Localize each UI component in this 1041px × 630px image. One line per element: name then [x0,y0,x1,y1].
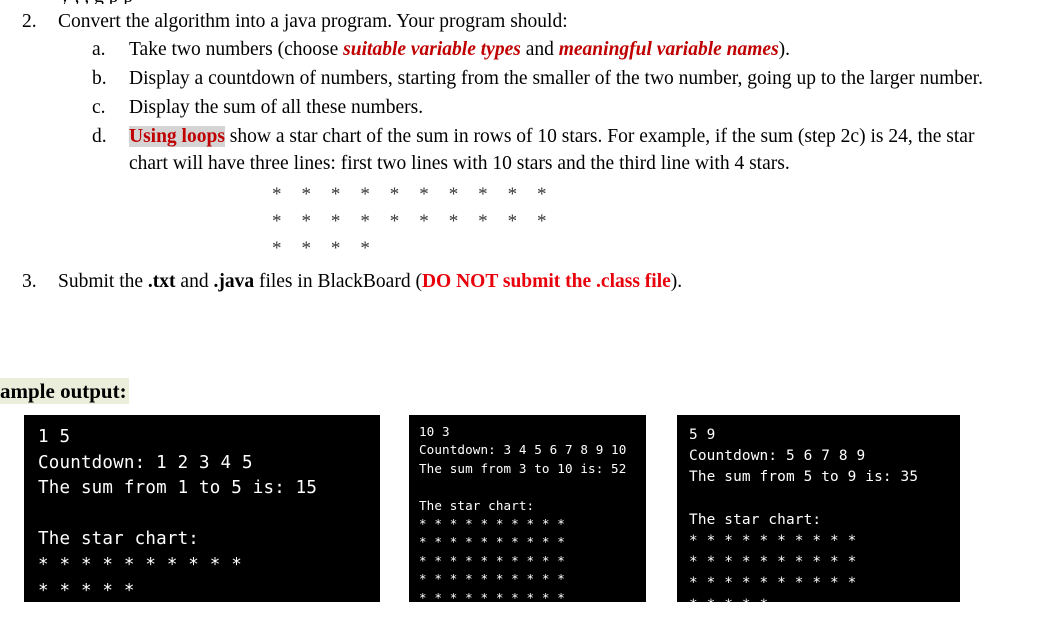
list-item-3: 3. Submit the .txt and .java files in Bl… [0,268,1041,295]
example-star-row: * * * * * * * * * * [272,211,555,232]
terminal-line: * * * * * * * * * * [419,589,565,602]
highlight-using-loops: Using loops [129,126,225,147]
terminal-line: * * * * * [38,580,135,601]
text-run: and [520,39,559,60]
terminal-line: * * * * * * * * * * [419,516,565,532]
list-item-2a: a. Take two numbers (choose suitable var… [0,36,1041,63]
sample-output-heading-text: ample output: [0,378,129,404]
list-text-3: Submit the .txt and .java files in Black… [58,268,1041,295]
terminal-line: * * * * * * * * * * [419,552,565,568]
emphasis-java: .java [213,271,255,292]
list-marker-2c: c. [92,97,106,118]
terminal-line: 1 5 [38,427,71,447]
list-item-2d: d. Using loops show a star chart of the … [0,123,1041,177]
list-text-2: Convert the algorithm into a java progra… [58,11,568,32]
terminal-line: The sum from 3 to 10 is: 52 [419,460,627,476]
terminal-line: Countdown: 1 2 3 4 5 [38,452,253,473]
sample-output-heading: ample output: [0,378,129,404]
terminal-line: * * * * * * * * * * [38,554,242,575]
outline-list-continued: 3. Submit the .txt and .java files in Bl… [0,268,1041,295]
list-text-2b: Display a countdown of numbers, starting… [129,68,983,89]
terminal-line: * * * * * * * * * * [689,575,857,592]
list-text-2a: Take two numbers (choose suitable variab… [129,36,1041,63]
list-marker-3: 3. [22,271,37,292]
terminal-line: The sum from 5 to 9 is: 35 [689,469,919,486]
outline-list: 2. Convert the algorithm into a java pro… [0,8,1041,177]
text-run: files in BlackBoard ( [254,271,422,292]
terminal-line: * * * * * * * * * * [419,571,565,587]
text-run: ). [670,271,683,292]
terminal-line: The star chart: [419,497,535,513]
text-run: and [175,271,214,292]
terminal-line: * * * * * * * * * * [689,554,857,571]
list-item-2: 2. Convert the algorithm into a java pro… [0,8,1041,35]
list-marker-2: 2. [22,11,37,32]
example-star-row: * * * * * * * * * * [272,184,555,205]
terminal-line: * * * * * * * * * * [419,534,565,550]
terminal-output-2: 10 3 Countdown: 3 4 5 6 7 8 9 10 The sum f… [409,415,646,602]
document-body: 2. Convert the algorithm into a java pro… [0,0,1041,295]
text-run: show a star chart of the sum in rows of … [129,126,975,174]
terminal-output-1: 1 5 Countdown: 1 2 3 4 5 The sum from 1 to… [24,415,380,602]
emphasis-txt: .txt [147,271,176,292]
text-run: ). [778,39,791,60]
list-marker-2b: b. [92,68,107,89]
emphasis-meaningful-variable-names: meaningful variable names [558,39,779,60]
terminal-line: The sum from 1 to 5 is: 15 [38,478,318,499]
list-marker-2d: d. [92,126,107,147]
list-text-2d: Using loops show a star chart of the sum… [129,123,1041,177]
list-marker-2a: a. [92,39,106,60]
terminal-line: 5 9 [689,427,716,443]
example-star-chart: * * * * * * * * * * * * * * * * * * * * … [272,181,1041,262]
list-item-2c: c. Display the sum of all these numbers. [0,94,1041,121]
example-star-row: * * * * [272,238,378,259]
list-item-2b: b. Display a countdown of numbers, start… [0,65,1041,92]
terminal-line: The star chart: [689,511,822,528]
terminal-line: * * * * * * * * * * [689,533,857,550]
terminal-line: * * * * * [689,595,960,602]
terminal-line: Countdown: 3 4 5 6 7 8 9 10 [419,442,627,458]
terminal-line: The star chart: [38,529,200,550]
emphasis-suitable-variable-types: suitable variable types [343,39,521,60]
terminal-line: Countdown: 5 6 7 8 9 [689,448,866,465]
list-text-2c: Display the sum of all these numbers. [129,97,424,118]
text-run: Submit the [58,271,148,292]
text-run: Take two numbers (choose [129,39,344,60]
terminal-output-3: 5 9 Countdown: 5 6 7 8 9 The sum from 5 to… [677,415,960,602]
terminal-line: 10 3 [419,424,450,439]
warning-do-not-submit-class-file: DO NOT submit the .class file [421,271,671,292]
